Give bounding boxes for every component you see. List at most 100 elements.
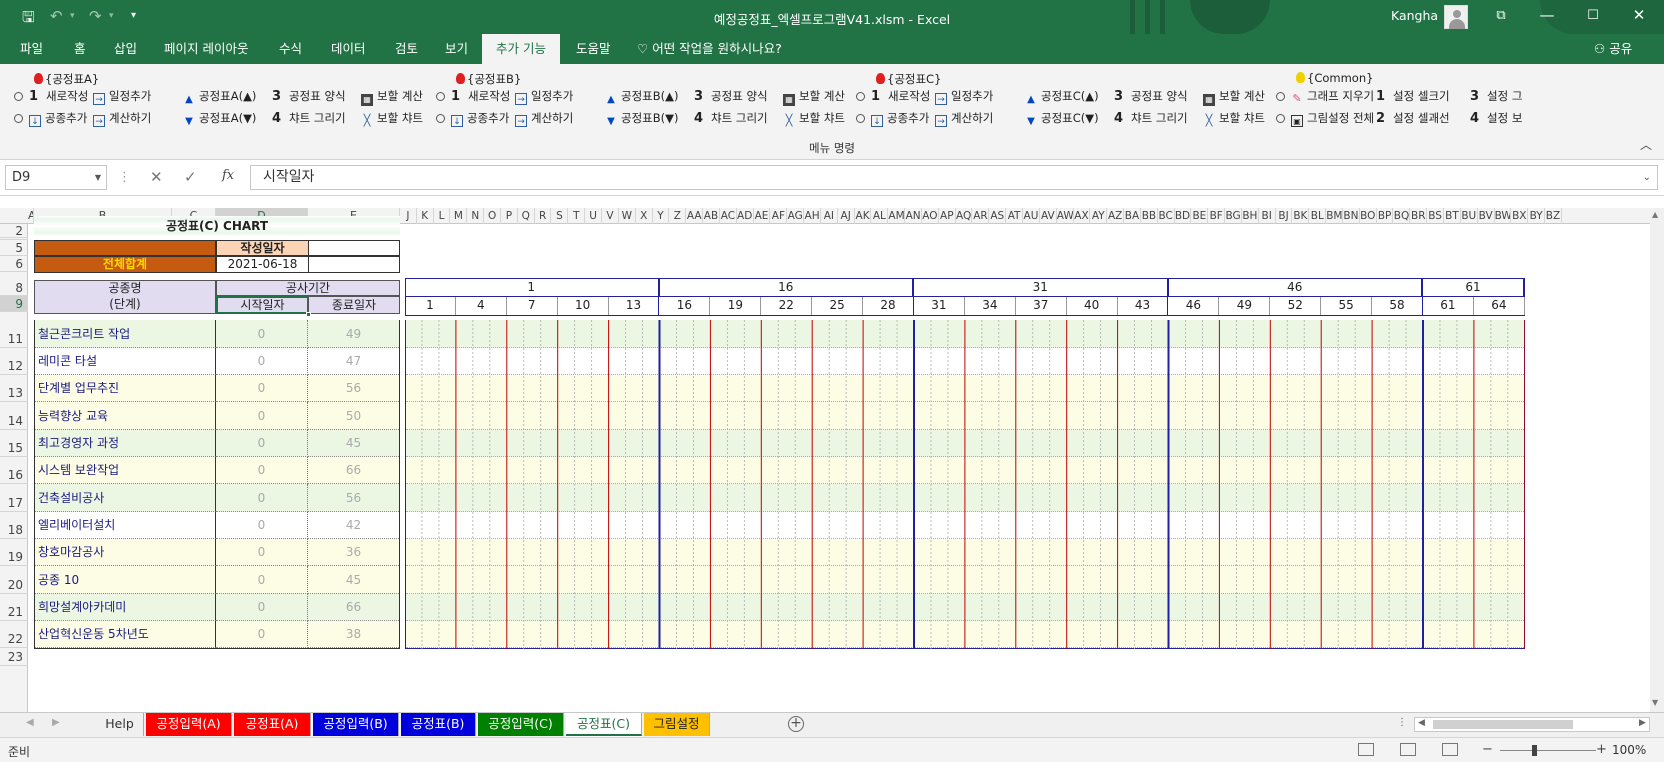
column-header-bl[interactable]: BL [1309, 208, 1327, 224]
row-header-8[interactable]: 8 [0, 280, 28, 296]
column-header-br[interactable]: BR [1410, 208, 1428, 224]
column-header-ar[interactable]: AR [973, 208, 990, 224]
ribbon-command[interactable]: 1 설정 셀크기 [1376, 86, 1450, 106]
column-header-ai[interactable]: AI [821, 208, 838, 224]
row-header-11[interactable]: 11 [0, 320, 28, 348]
day-tick-label[interactable]: 7 [507, 297, 558, 315]
column-header-bm[interactable]: BM [1326, 208, 1343, 224]
column-header-bi[interactable]: BI [1259, 208, 1276, 224]
day-group-label[interactable]: 46 [1168, 279, 1423, 297]
column-header-k[interactable]: K [417, 208, 434, 224]
column-header-m[interactable]: M [451, 208, 468, 224]
column-header-au[interactable]: AU [1023, 208, 1040, 224]
column-header-ax[interactable]: AX [1074, 208, 1091, 224]
column-header-v[interactable]: V [602, 208, 619, 224]
column-header-p[interactable]: P [501, 208, 518, 224]
tab-file[interactable]: 파일 [18, 34, 45, 64]
user-name[interactable]: Kangha [1391, 8, 1438, 23]
sheet-tab[interactable]: 공정표(B) [401, 713, 476, 736]
ribbon-command[interactable]: → 계산하기 [935, 108, 993, 128]
day-tick-label[interactable]: 40 [1067, 297, 1118, 315]
day-tick-label[interactable]: 64 [1474, 297, 1525, 315]
task-end[interactable]: 50 [308, 402, 399, 430]
normal-view-icon[interactable] [1358, 743, 1374, 756]
horizontal-scrollbar[interactable]: ◀ ▶ [1414, 717, 1650, 732]
tab-data[interactable]: 데이터 [329, 34, 368, 64]
sheet-tab[interactable]: 공정표(A) [234, 713, 311, 736]
column-header-bx[interactable]: BX [1511, 208, 1529, 224]
task-name[interactable]: 엘리베이터설치 [35, 512, 216, 539]
expand-formula-bar-icon[interactable]: ⌄ [1643, 166, 1651, 189]
task-start[interactable]: 0 [216, 348, 308, 375]
task-end[interactable]: 36 [308, 539, 399, 566]
day-group-label[interactable]: 1 [405, 279, 660, 297]
zoom-slider[interactable] [1500, 750, 1596, 751]
scroll-up-icon[interactable]: ▲ [1652, 210, 1658, 219]
zoom-level[interactable]: 100% [1612, 743, 1646, 757]
column-header-t[interactable]: T [568, 208, 586, 224]
insert-function-icon[interactable]: fx [222, 168, 234, 183]
day-tick-label[interactable]: 31 [914, 297, 965, 315]
task-end[interactable]: 56 [308, 484, 399, 512]
column-header-bc[interactable]: BC [1158, 208, 1175, 224]
row-header-15[interactable]: 15 [0, 430, 28, 457]
column-header-o[interactable]: O [484, 208, 501, 224]
column-header-bq[interactable]: BQ [1394, 208, 1411, 224]
ribbon-command[interactable]: ▦ 보할 계산 [783, 86, 845, 106]
zoom-in-icon[interactable]: + [1596, 742, 1607, 757]
column-header-bd[interactable]: BD [1175, 208, 1192, 224]
task-end[interactable]: 66 [308, 594, 399, 621]
column-header-bp[interactable]: BP [1377, 208, 1394, 224]
column-header-ad[interactable]: AD [737, 208, 754, 224]
task-name[interactable]: 철근콘크리트 작업 [35, 320, 216, 348]
column-header-bw[interactable]: BW [1495, 208, 1512, 224]
column-header-bj[interactable]: BJ [1276, 208, 1293, 224]
day-tick-label[interactable]: 16 [660, 297, 711, 315]
task-start[interactable]: 0 [216, 320, 308, 348]
task-end[interactable]: 47 [308, 348, 399, 375]
column-header-ag[interactable]: AG [787, 208, 805, 224]
task-end[interactable]: 45 [308, 430, 399, 457]
ribbon-command[interactable]: 4 챠트 그리기 [694, 108, 768, 128]
header-task[interactable]: 공종명 [34, 280, 216, 296]
column-header-aq[interactable]: AQ [956, 208, 973, 224]
column-header-ab[interactable]: AB [703, 208, 720, 224]
task-name[interactable]: 산업혁신운동 5차년도 [35, 621, 216, 648]
row-header-19[interactable]: 19 [0, 539, 28, 566]
task-name[interactable]: 능력향상 교육 [35, 402, 216, 430]
ribbon-command[interactable]: ▲ 공정표A(▲) [183, 86, 256, 106]
column-header-ao[interactable]: AO [922, 208, 939, 224]
day-tick-label[interactable]: 46 [1169, 297, 1220, 315]
ribbon-command[interactable]: → 계산하기 [515, 108, 573, 128]
written-date-label[interactable]: 작성일자 [216, 240, 309, 256]
row-header-2[interactable]: 2 [0, 224, 28, 238]
vertical-scrollbar[interactable]: ▲ ▼ [1650, 208, 1664, 712]
prev-sheet-icon[interactable]: ◀ [26, 717, 34, 728]
scroll-right-icon[interactable]: ▶ [1639, 718, 1646, 728]
column-header-bb[interactable]: BB [1141, 208, 1158, 224]
row-header-21[interactable]: 21 [0, 594, 28, 621]
task-start[interactable]: 0 [216, 594, 308, 621]
task-end[interactable]: 66 [308, 457, 399, 484]
column-header-bz[interactable]: BZ [1545, 208, 1562, 224]
header-end[interactable]: 종료일자 [308, 296, 400, 314]
column-header-w[interactable]: W [619, 208, 636, 224]
sheet-tab[interactable]: 그림설정 [644, 713, 710, 736]
task-name[interactable]: 공종 10 [35, 566, 216, 594]
ribbon-command[interactable]: 4 설정 보 [1470, 108, 1522, 128]
day-tick-label[interactable]: 52 [1270, 297, 1322, 315]
ribbon-command[interactable]: 1 새로작성 [856, 86, 930, 106]
name-box[interactable]: D9 ▼ [5, 165, 107, 190]
redo-icon[interactable]: ↷ [89, 7, 102, 25]
task-name[interactable]: 최고경영자 과정 [35, 430, 216, 457]
ribbon-command[interactable]: ▼ 공정표B(▼) [605, 108, 678, 128]
column-header-y[interactable]: Y [653, 208, 670, 224]
day-tick-label[interactable]: 22 [761, 297, 813, 315]
task-end[interactable]: 38 [308, 621, 399, 648]
task-start[interactable]: 0 [216, 484, 308, 512]
column-header-ac[interactable]: AC [720, 208, 737, 224]
row-header-6[interactable]: 6 [0, 256, 28, 272]
next-sheet-icon[interactable]: ▶ [52, 717, 60, 728]
column-header-ba[interactable]: BA [1124, 208, 1141, 224]
column-header-bu[interactable]: BU [1461, 208, 1478, 224]
